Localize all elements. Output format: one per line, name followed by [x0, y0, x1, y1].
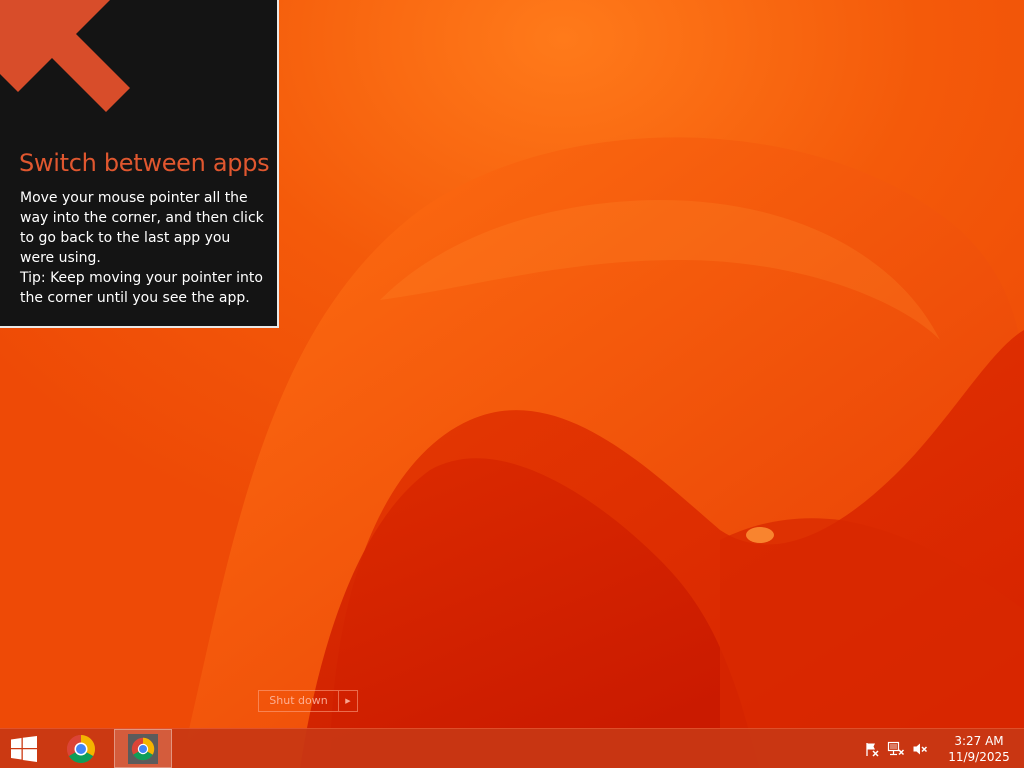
windows-logo-icon	[11, 736, 37, 762]
clock-date: 11/9/2025	[948, 749, 1010, 764]
tip-body-text: Move your mouse pointer all the way into…	[20, 190, 264, 266]
chrome-icon	[131, 737, 155, 760]
chrome-window-thumbnail	[128, 733, 158, 764]
desktop[interactable]: Switch between apps Move your mouse poin…	[0, 0, 1024, 768]
chrome-icon	[67, 734, 95, 763]
tip-hint-text: Tip: Keep moving your pointer into the c…	[20, 270, 263, 306]
taskbar-clock[interactable]: 3:27 AM 11/9/2025	[940, 729, 1018, 768]
shut-down-options-arrow-icon[interactable]: ▶	[339, 691, 357, 711]
volume-muted-icon[interactable]	[908, 729, 932, 768]
start-button[interactable]	[0, 729, 48, 768]
shut-down-button[interactable]: Shut down	[259, 691, 339, 711]
taskbar-chrome-running[interactable]	[114, 729, 172, 768]
clock-time: 3:27 AM	[954, 733, 1004, 748]
system-tray: 3:27 AM 11/9/2025	[860, 729, 1024, 768]
tip-title: Switch between apps	[19, 149, 270, 177]
tip-panel: Switch between apps Move your mouse poin…	[0, 0, 279, 328]
shut-down-button-group: Shut down ▶	[258, 690, 358, 712]
action-center-flag-icon[interactable]	[860, 729, 884, 768]
corner-arrow-icon	[0, 0, 130, 112]
network-icon[interactable]	[884, 729, 908, 768]
taskbar-chrome-pinned[interactable]	[52, 729, 110, 768]
taskbar: 3:27 AM 11/9/2025	[0, 728, 1024, 768]
tip-body: Move your mouse pointer all the way into…	[20, 188, 268, 308]
